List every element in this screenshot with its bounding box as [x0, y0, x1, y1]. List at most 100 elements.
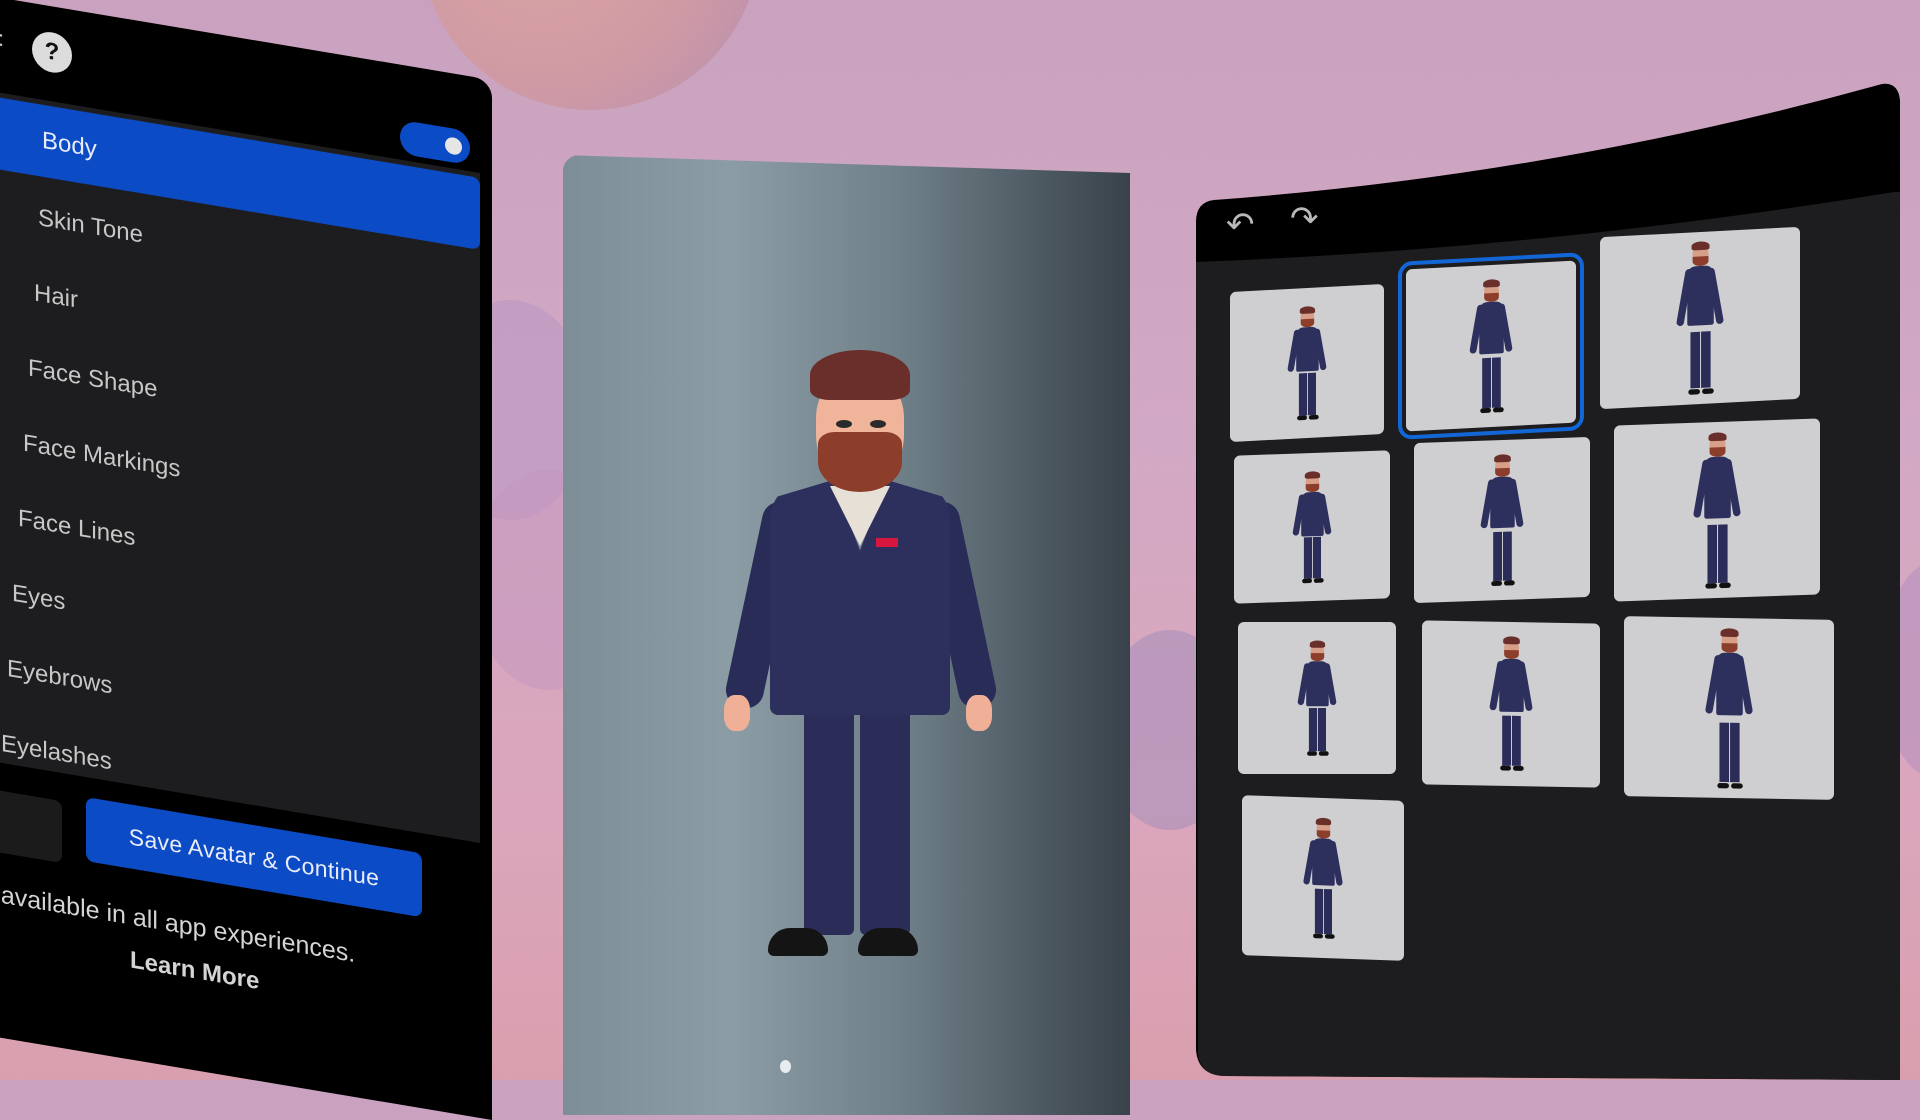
avatar-thumbnail-figure: [1676, 241, 1724, 396]
avatar-thumbnail-part: [1304, 470, 1321, 479]
avatar-leg: [860, 700, 910, 935]
help-icon: ?: [44, 37, 60, 67]
body-option-thumbnail[interactable]: [1614, 418, 1820, 602]
avatar-thumbnail-part: [1301, 491, 1324, 536]
avatar-thumbnail-part: [1302, 578, 1312, 584]
help-button[interactable]: ?: [32, 29, 72, 76]
toggle-knob: [445, 136, 462, 156]
avatar-thumbnail-part: [1318, 751, 1329, 756]
avatar-thumbnail-part: [1691, 241, 1710, 251]
avatar-thumbnail-part: [1298, 373, 1307, 416]
avatar-thumbnail-part: [1323, 889, 1332, 935]
avatar-thumbnail-part: [1705, 582, 1717, 589]
avatar-preview[interactable]: [722, 350, 1000, 990]
avatar-thumbnail-part: [1480, 407, 1491, 414]
avatar-thumbnail-part: [1312, 838, 1335, 887]
learn-more-link[interactable]: Learn More: [130, 946, 259, 996]
avatar-thumbnail-part: [1500, 766, 1511, 772]
body-option-thumbnail[interactable]: [1422, 620, 1600, 788]
avatar-hand: [966, 695, 992, 731]
menu-item-label: Skin Tone: [38, 204, 143, 249]
avatar-eye: [870, 420, 886, 428]
avatar-thumbnail-part: [1299, 306, 1316, 315]
avatar-thumbnail-part: [1491, 357, 1501, 408]
avatar-thumbnail-part: [1307, 751, 1317, 756]
avatar-thumbnail-figure: [1489, 636, 1533, 772]
avatar-thumbnail-part: [1503, 636, 1520, 645]
avatar-thumbnail-part: [1314, 888, 1323, 934]
body-option-thumbnail[interactable]: [1234, 450, 1390, 604]
avatar-thumbnail-part: [1708, 431, 1727, 441]
avatar-thumbnail-part: [1297, 415, 1307, 421]
avatar-thumbnail-part: [1502, 531, 1512, 581]
avatar-thumbnail-part: [1307, 372, 1316, 416]
avatar-thumbnail-part: [1687, 265, 1714, 327]
redo-icon: ↷: [1290, 200, 1319, 238]
toggle-switch[interactable]: [400, 119, 470, 166]
avatar-thumbnail-part: [1309, 640, 1326, 648]
avatar-thumbnail-part: [1690, 331, 1700, 389]
avatar-thumbnail-figure: [1287, 306, 1327, 421]
avatar-thumbnail-part: [1305, 483, 1320, 493]
body-option-thumbnail[interactable]: [1238, 622, 1396, 774]
body-option-thumbnail[interactable]: [1624, 616, 1834, 800]
avatar-thumbnail-part: [1492, 407, 1504, 413]
avatar-thumbnail-figure: [1302, 817, 1344, 940]
avatar-thumbnail-part: [1490, 476, 1515, 529]
body-option-thumbnail[interactable]: [1398, 252, 1584, 440]
avatar-thumbnail-part: [1316, 830, 1331, 839]
avatar-thumbnail-figure: [1692, 431, 1742, 589]
avatar-hair: [810, 350, 910, 400]
avatar-thumbnail-part: [1491, 580, 1502, 587]
avatar-thumbnail-figure: [1469, 279, 1513, 414]
avatar-thumbnail-part: [1306, 661, 1329, 707]
avatar-thumbnail-part: [1731, 782, 1743, 789]
avatar-thumbnail-part: [1704, 455, 1731, 519]
avatar-thumbnail-part: [1303, 537, 1312, 579]
avatar-thumbnail-part: [1313, 578, 1324, 584]
avatar-thumbnail-part: [1493, 531, 1502, 582]
avatar-thumbnail-part: [1702, 388, 1714, 395]
avatar-thumbnail-part: [1482, 358, 1491, 408]
menu-item-label: Eyebrows: [7, 654, 113, 700]
avatar-thumbnail-part: [1511, 716, 1521, 767]
avatar-thumbnail-part: [1308, 708, 1317, 752]
redo-button[interactable]: ↷: [1290, 202, 1319, 236]
avatar-thumbnail-part: [1716, 652, 1743, 716]
avatar-thumbnail-part: [1512, 766, 1524, 772]
menu-item-label: Eyes: [12, 579, 66, 616]
avatar-hand: [724, 695, 750, 731]
avatar-thumbnail-part: [1494, 454, 1511, 463]
body-option-thumbnail[interactable]: [1414, 436, 1590, 604]
avatar-thumbnail-part: [1717, 782, 1729, 789]
page-indicator-dot[interactable]: [780, 1060, 791, 1073]
avatar-thumbnail-part: [1720, 628, 1739, 638]
avatar-leg: [804, 700, 854, 935]
undo-button[interactable]: ↶: [1226, 208, 1255, 242]
body-option-thumbnail[interactable]: [1242, 795, 1404, 961]
menu-item-label: Face Markings: [23, 429, 181, 483]
avatar-thumbnail-part: [1308, 414, 1319, 420]
avatar-thumbnail-part: [1315, 817, 1332, 826]
avatar-thumbnail-part: [1701, 331, 1711, 389]
avatar-thumbnail-part: [1719, 722, 1729, 782]
avatar-thumbnail-part: [1483, 279, 1500, 288]
body-option-thumbnail[interactable]: [1230, 283, 1384, 443]
avatar-thumbnail-part: [1313, 933, 1323, 939]
avatar-eye: [836, 420, 852, 428]
menu-item-label: Hair: [34, 279, 79, 314]
avatar-thumbnail-part: [1317, 708, 1326, 752]
category-menu: Body Skin Tone Hair Face Shape Face Mark…: [0, 92, 480, 862]
secondary-button[interactable]: [0, 785, 62, 864]
avatar-thumbnail-part: [1499, 659, 1524, 713]
menu-item-label: Eyelashes: [1, 729, 112, 776]
category-panel: : ? Body Skin Tone Hair Face Shape Face …: [0, 0, 492, 1120]
avatar-thumbnail-part: [1707, 523, 1717, 583]
menu-item-label: Face Lines: [18, 504, 136, 552]
avatar-thumbnail-part: [1312, 536, 1321, 579]
avatar-thumbnail-part: [1721, 643, 1738, 653]
panel-edge-glyph: :: [0, 25, 5, 52]
avatar-thumbnail-part: [1479, 301, 1504, 355]
avatar-thumbnail-part: [1730, 722, 1740, 782]
body-option-thumbnail[interactable]: [1600, 226, 1800, 410]
